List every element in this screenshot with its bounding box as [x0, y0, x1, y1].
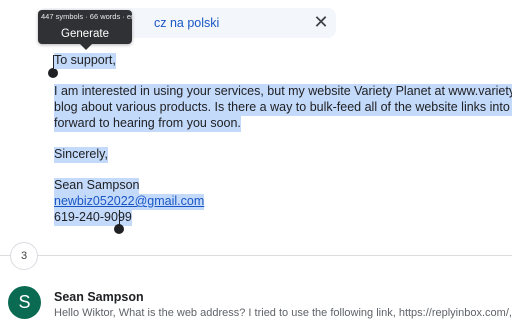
- selection-start-handle[interactable]: [48, 68, 58, 78]
- message-snippet[interactable]: Hello Wiktor, What is the web address? I…: [54, 307, 512, 319]
- collapsed-messages-button[interactable]: 3: [10, 242, 38, 270]
- email-paragraph-line: blog about various products. Is there a …: [54, 100, 512, 116]
- translate-link[interactable]: cz na polski: [154, 16, 219, 30]
- selection-counter: 447 symbols · 66 words · en: [41, 12, 136, 21]
- generate-tooltip: 447 symbols · 66 words · en Generate: [38, 10, 136, 44]
- signature-name: Sean Sampson: [54, 178, 140, 194]
- email-greeting: To support,: [54, 53, 116, 69]
- signature-email-link[interactable]: newbiz052022@gmail.com: [54, 194, 205, 210]
- email-view: cz na polski ✕ 447 symbols · 66 words · …: [0, 0, 512, 320]
- sender-name[interactable]: Sean Sampson: [54, 290, 144, 304]
- email-paragraph-line: I am interested in using your services, …: [54, 84, 512, 100]
- tooltip-arrow: [80, 44, 92, 50]
- close-icon[interactable]: ✕: [310, 11, 332, 33]
- thread-divider: [0, 255, 512, 256]
- email-closing: Sincerely,: [54, 147, 108, 163]
- avatar[interactable]: S: [8, 286, 41, 319]
- selection-end-handle[interactable]: [114, 224, 124, 234]
- generate-button[interactable]: Generate: [38, 25, 132, 43]
- email-paragraph-line: forward to hearing from you soon.: [54, 116, 241, 132]
